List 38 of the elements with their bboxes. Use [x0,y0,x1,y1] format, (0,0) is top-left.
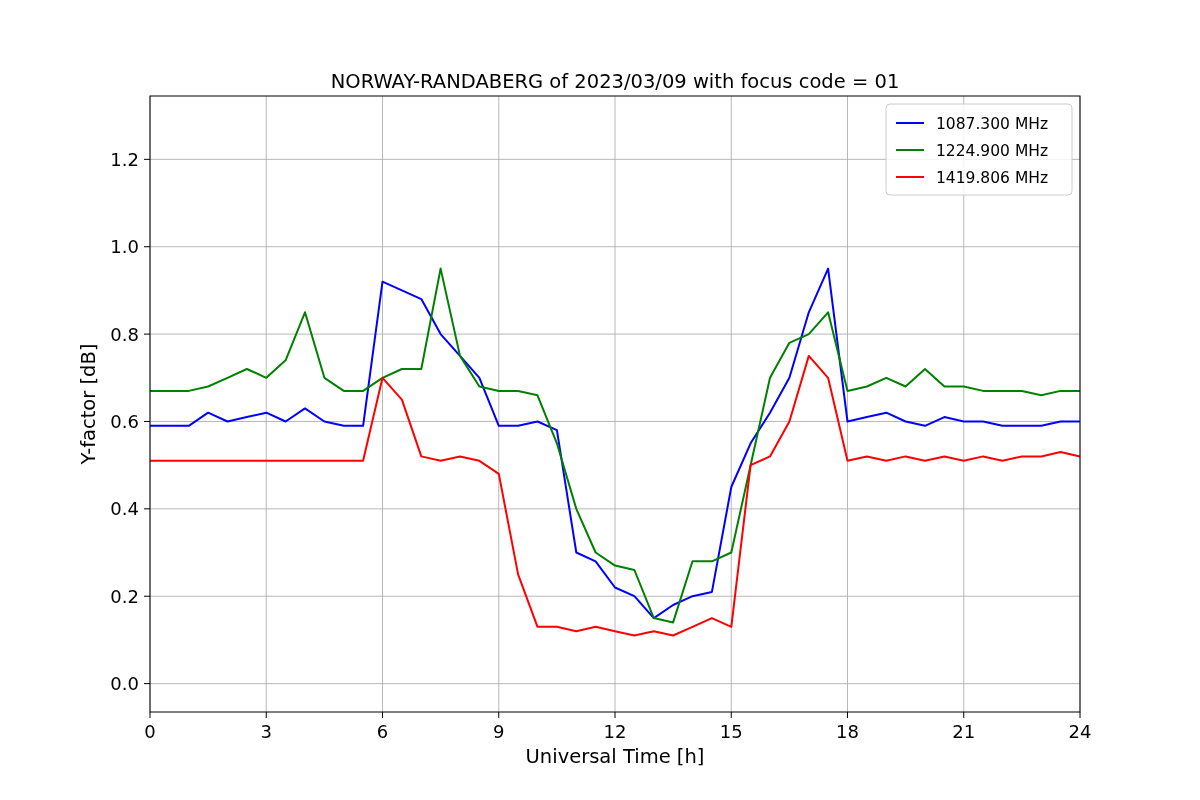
x-tick-label: 9 [493,721,505,742]
tick-mark [143,595,151,597]
tick-mark [143,246,151,248]
y-tick-label: 0.6 [110,411,139,432]
tick-mark [143,158,151,160]
tick-mark [963,711,965,719]
y-axis-label: Y-factor [dB] [77,343,100,465]
tick-mark [847,711,848,719]
y-tick-label: 0.0 [110,673,139,695]
legend-label: 1224.900 MHz [936,141,1049,160]
y-tick-label: 0.8 [110,323,139,345]
tick-mark [149,711,151,719]
chart-title: NORWAY-RANDABERG of 2023/03/09 with focus code = 01 [330,70,900,93]
x-tick-label: 15 [719,721,743,742]
y-tick-label: 1.2 [110,148,139,170]
y-tick-label: 0.4 [110,498,139,520]
x-tick-label: 12 [603,721,627,742]
tick-mark [143,508,151,510]
legend-label: 1087.300 MHz [936,114,1049,133]
x-tick-label: 24 [1068,721,1092,742]
tick-mark [143,333,151,335]
x-tick-label: 18 [836,721,859,742]
tick-mark [143,421,151,422]
x-tick-label: 21 [952,721,976,742]
tick-mark [1079,711,1081,719]
tick-mark [730,711,732,719]
tick-mark [382,711,383,719]
y-tick-label: 0.2 [110,585,139,607]
x-axis-label: Universal Time [h] [525,745,705,768]
y-tick-label: 1.0 [110,236,139,258]
x-tick-label: 6 [376,721,389,742]
tick-mark [498,711,500,719]
x-tick-label: 3 [260,721,272,742]
legend-label: 1419.806 MHz [936,168,1049,187]
tick-mark [143,683,151,685]
x-tick-label: 0 [144,721,156,742]
tick-mark [614,711,616,719]
tick-mark [265,711,267,719]
